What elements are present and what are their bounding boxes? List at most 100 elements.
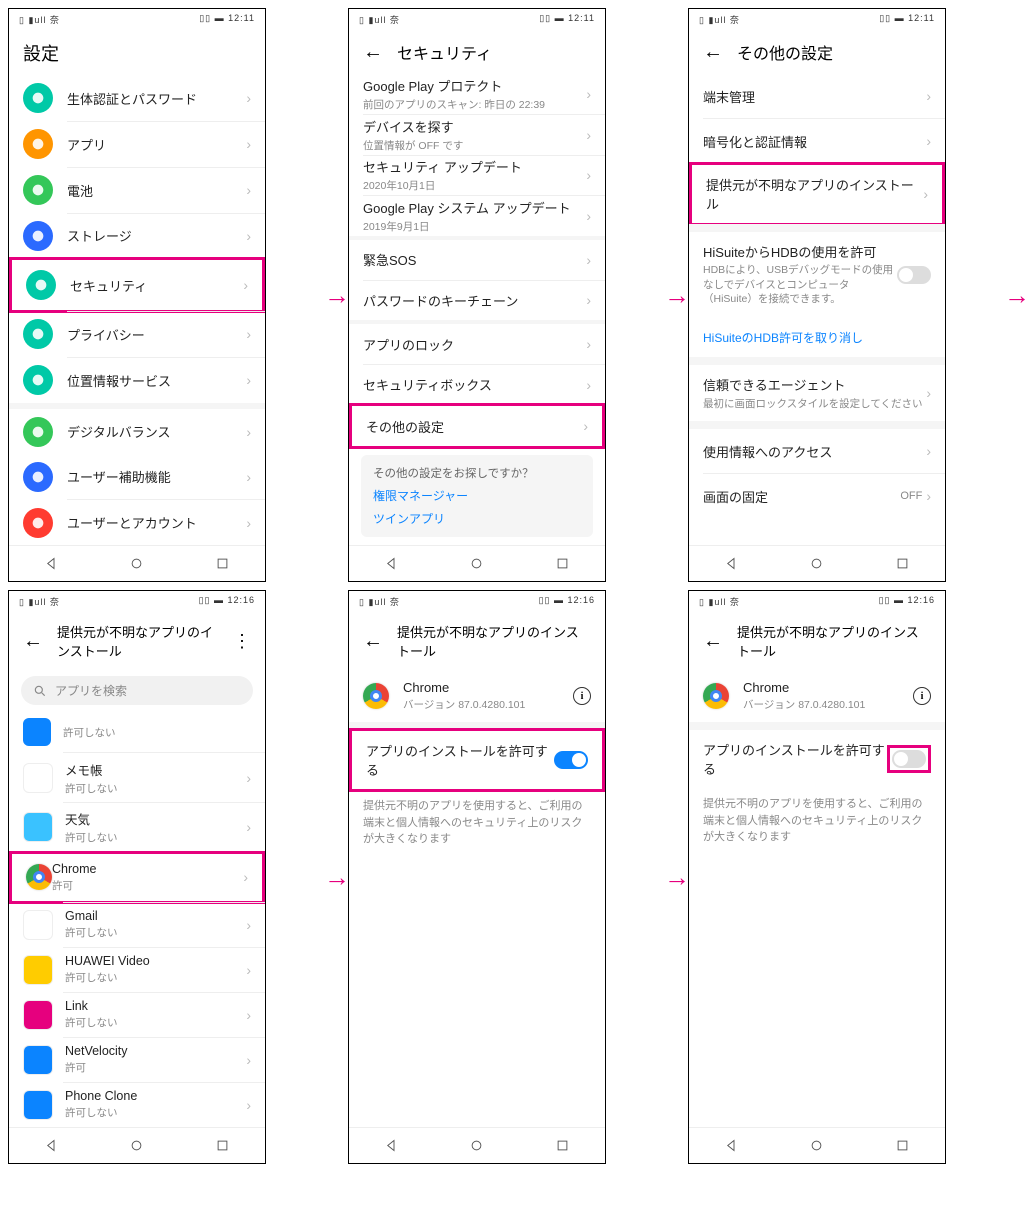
info-icon[interactable]: i — [573, 687, 591, 705]
chevron-right-icon: › — [586, 208, 591, 224]
app-icon — [23, 955, 53, 985]
nav-bar[interactable] — [689, 545, 945, 581]
chevron-right-icon: › — [926, 88, 931, 104]
security-row[interactable]: セキュリティ アップデート2020年10月1日 › — [349, 155, 605, 195]
page-title: セキュリティ — [397, 40, 492, 64]
chevron-right-icon: › — [923, 186, 928, 202]
back-icon[interactable]: ← — [23, 630, 43, 653]
security-row[interactable]: その他の設定 › — [352, 406, 602, 446]
security-row[interactable]: デバイスを探す位置情報が OFF です › — [349, 115, 605, 155]
settings-row-3[interactable]: ストレージ › — [9, 213, 265, 258]
search-input[interactable]: アプリを検索 — [21, 676, 253, 705]
nav-home-icon[interactable] — [469, 556, 484, 571]
nav-bar[interactable] — [9, 545, 265, 581]
nav-recent-icon[interactable] — [895, 556, 910, 571]
info-icon[interactable]: i — [913, 687, 931, 705]
chevron-right-icon: › — [586, 252, 591, 268]
security-row[interactable]: パスワードのキーチェーン › — [349, 280, 605, 320]
nav-home-icon[interactable] — [809, 556, 824, 571]
nav-recent-icon[interactable] — [555, 556, 570, 571]
app-row[interactable]: 天気許可しない › — [9, 803, 265, 852]
nav-recent-icon[interactable] — [895, 1138, 910, 1153]
page-title: 提供元が不明なアプリのインストール — [397, 622, 591, 660]
suggestion-link[interactable]: ツインアプリ — [373, 510, 581, 527]
nav-back-icon[interactable] — [384, 1138, 399, 1153]
other-row[interactable]: 画面の固定 OFF › — [689, 474, 945, 518]
page-title: 提供元が不明なアプリのインストール — [57, 622, 219, 660]
shield-icon — [23, 83, 53, 113]
nav-home-icon[interactable] — [129, 556, 144, 571]
app-row[interactable]: Gmail許可しない › — [9, 903, 265, 947]
screen-unknown-sources-list: ▯ ▮ull 奈▯▯ ▬ 12:16 ← 提供元が不明なアプリのインストール ⋮… — [8, 590, 266, 1164]
back-icon[interactable]: ← — [363, 41, 383, 64]
allow-toggle[interactable] — [892, 750, 926, 768]
other-row[interactable]: 端末管理 › — [689, 74, 945, 118]
chevron-right-icon: › — [926, 488, 931, 504]
settings-row-4[interactable]: セキュリティ › — [12, 260, 262, 310]
app-row[interactable]: NetVelocity許可 › — [9, 1038, 265, 1082]
chevron-right-icon: › — [243, 869, 248, 885]
other-row[interactable]: 提供元が不明なアプリのインストール › — [692, 165, 942, 223]
security-row[interactable]: 緊急SOS › — [349, 240, 605, 280]
nav-home-icon[interactable] — [129, 1138, 144, 1153]
nav-back-icon[interactable] — [724, 1138, 739, 1153]
other-row[interactable]: 暗号化と認証情報 › — [689, 119, 945, 163]
back-icon[interactable]: ← — [363, 630, 383, 653]
header: ← セキュリティ — [349, 30, 605, 74]
settings-row-7[interactable]: デジタルバランス › — [9, 409, 265, 454]
app-row-partial[interactable]: 許可しない — [9, 711, 265, 752]
app-row[interactable]: HUAWEI Video許可しない › — [9, 948, 265, 992]
allow-toggle[interactable] — [554, 751, 588, 769]
settings-row-0[interactable]: 生体認証とパスワード › — [9, 76, 265, 121]
back-icon[interactable]: ← — [703, 630, 723, 653]
settings-row-2[interactable]: 電池 › — [9, 168, 265, 213]
allow-install-row[interactable]: アプリのインストールを許可する — [689, 730, 945, 788]
security-row[interactable]: Google Play システム アップデート2019年9月1日 › — [349, 196, 605, 236]
nav-back-icon[interactable] — [44, 1138, 59, 1153]
chrome-icon — [363, 683, 389, 709]
back-icon[interactable]: ← — [703, 41, 723, 64]
nav-back-icon[interactable] — [44, 556, 59, 571]
nav-home-icon[interactable] — [469, 1138, 484, 1153]
nav-back-icon[interactable] — [384, 556, 399, 571]
other-row[interactable]: 使用情報へのアクセス › — [689, 429, 945, 473]
app-row[interactable]: メモ帳許可しない › — [9, 753, 265, 802]
nav-recent-icon[interactable] — [215, 1138, 230, 1153]
nav-recent-icon[interactable] — [555, 1138, 570, 1153]
nav-home-icon[interactable] — [809, 1138, 824, 1153]
nav-recent-icon[interactable] — [215, 556, 230, 571]
nav-bar[interactable] — [9, 1127, 265, 1163]
hisuite-row[interactable]: HiSuiteからHDBの使用を許可HDBにより、USBデバッグモードの使用なし… — [689, 232, 945, 317]
settings-row-6[interactable]: 位置情報サービス › — [9, 358, 265, 403]
status-bar: ▯ ▮ull 奈▯▯ ▬ 12:11 — [349, 9, 605, 30]
app-row[interactable]: Phone Clone許可しない › — [9, 1083, 265, 1127]
settings-row-8[interactable]: ユーザー補助機能 › — [9, 454, 265, 499]
nav-bar[interactable] — [689, 1127, 945, 1163]
screen-settings: ▯ ▮ull 奈▯▯ ▬ 12:11 設定 生体認証とパスワード › アプリ ›… — [8, 8, 266, 582]
chevron-right-icon: › — [246, 228, 251, 244]
trust-agent-row: 信頼できるエージェント最初に画面ロックスタイルを設定してください › — [689, 365, 945, 421]
suggestion-link[interactable]: 権限マネージャー — [373, 487, 581, 504]
security-row[interactable]: セキュリティボックス › — [349, 365, 605, 405]
security-row[interactable]: Google Play プロテクト前回のアプリのスキャン: 昨日の 22:39 … — [349, 74, 605, 114]
header: ← 提供元が不明なアプリのインストール ⋮ — [9, 612, 265, 670]
nav-bar[interactable] — [349, 1127, 605, 1163]
more-icon[interactable]: ⋮ — [233, 631, 251, 652]
app-icon — [23, 1090, 53, 1120]
hisuite-revoke[interactable]: HiSuiteのHDB許可を取り消し — [689, 317, 945, 357]
allow-install-row[interactable]: アプリのインストールを許可する — [352, 731, 602, 789]
chevron-right-icon: › — [246, 424, 251, 440]
security-row[interactable]: アプリのロック › — [349, 324, 605, 364]
settings-row-5[interactable]: プライバシー › — [9, 312, 265, 357]
nav-bar[interactable] — [349, 545, 605, 581]
settings-row-1[interactable]: アプリ › — [9, 122, 265, 167]
chevron-right-icon: › — [246, 962, 251, 978]
nav-back-icon[interactable] — [724, 556, 739, 571]
chevron-right-icon: › — [246, 1097, 251, 1113]
page-title: 設定 — [23, 40, 59, 66]
hisuite-toggle[interactable] — [897, 266, 931, 284]
settings-row-9[interactable]: ユーザーとアカウント › — [9, 500, 265, 545]
chevron-right-icon: › — [586, 292, 591, 308]
app-row[interactable]: Chrome許可 › — [12, 854, 262, 901]
app-row[interactable]: Link許可しない › — [9, 993, 265, 1037]
